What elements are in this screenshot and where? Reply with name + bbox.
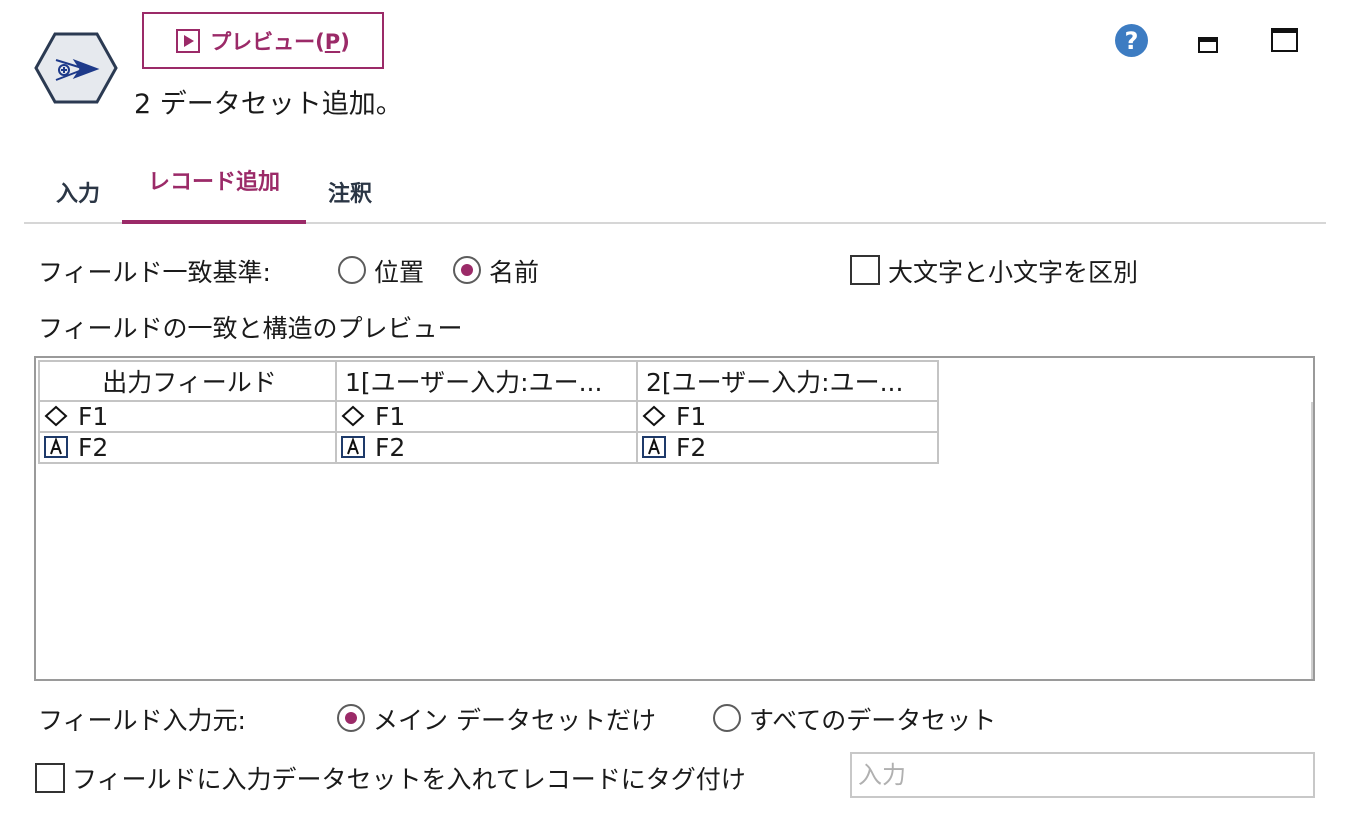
case-sensitive-checkbox[interactable] (850, 255, 880, 285)
preview-section-label: フィールドの一致と構造のプレビュー (38, 314, 463, 343)
match-position-label: 位置 (374, 258, 425, 287)
minimize-icon[interactable] (1198, 37, 1218, 53)
tab-append-records[interactable]: レコード追加 (122, 150, 306, 224)
match-position-radio[interactable] (338, 256, 366, 284)
preview-button-label: プレビュー(P) (210, 29, 350, 54)
table-cell: F2 (38, 431, 337, 464)
table-cell: F2 (636, 431, 939, 464)
field-source-label: フィールド入力元: (38, 706, 246, 735)
table-cell: F2 (335, 431, 638, 464)
table-cell: F1 (38, 400, 337, 433)
play-icon (176, 28, 201, 53)
match-by-label: フィールド一致基準: (38, 258, 271, 287)
continuous-diamond-icon (642, 405, 666, 427)
all-datasets-radio[interactable] (713, 704, 741, 732)
tab-bar: 入力 レコード追加 注釈 (24, 150, 1326, 224)
main-dataset-only-radio[interactable] (337, 704, 365, 732)
continuous-diamond-icon (44, 405, 68, 427)
all-datasets-label: すべてのデータセット (749, 706, 997, 735)
table-cell: F1 (335, 400, 638, 433)
table-row[interactable]: F2 F2 F2 (38, 431, 939, 464)
preview-button[interactable]: プレビュー(P) (142, 12, 384, 69)
nominal-a-icon (341, 436, 365, 458)
node-subtitle: 2 データセット追加。 (134, 89, 403, 120)
continuous-diamond-icon (341, 405, 365, 427)
case-sensitive-label: 大文字と小文字を区別 (888, 258, 1139, 287)
tag-field-input[interactable] (850, 752, 1315, 798)
column-header-input-2[interactable]: 2[ユーザー入力:ユー... (636, 360, 939, 402)
field-structure-table: 出力フィールド 1[ユーザー入力:ユー... 2[ユーザー入力:ユー... F1… (34, 356, 1315, 681)
nominal-a-icon (44, 436, 68, 458)
column-header-input-1[interactable]: 1[ユーザー入力:ユー... (335, 360, 638, 402)
tab-input[interactable]: 入力 (44, 150, 112, 224)
tag-records-checkbox[interactable] (35, 763, 65, 793)
table-scroll-edge (1311, 402, 1313, 679)
table-cell: F1 (636, 400, 939, 433)
match-name-radio[interactable] (453, 256, 481, 284)
nominal-a-icon (642, 436, 666, 458)
column-header-output-field[interactable]: 出力フィールド (38, 360, 337, 402)
tag-records-label: フィールドに入力データセットを入れてレコードにタグ付け (72, 765, 746, 794)
help-icon[interactable]: ? (1115, 24, 1148, 57)
append-node-icon (34, 32, 118, 104)
table-row[interactable]: F1 F1 F1 (38, 400, 939, 433)
tab-annotations[interactable]: 注釈 (316, 150, 384, 224)
match-name-label: 名前 (489, 258, 540, 287)
main-dataset-only-label: メイン データセットだけ (373, 706, 656, 735)
maximize-icon[interactable] (1271, 28, 1298, 52)
